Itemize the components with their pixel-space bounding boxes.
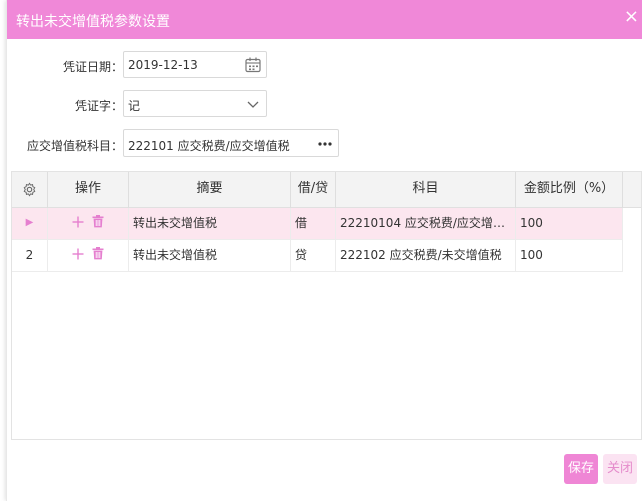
voucher-word-label: 凭证字： — [74, 99, 123, 113]
subject-cell[interactable]: 222102 应交税费/未交增值税 — [336, 240, 516, 271]
account-field[interactable]: 222101 应交税费/应交增值税 — [123, 129, 339, 157]
calendar-icon[interactable] — [244, 56, 262, 74]
summary-cell[interactable]: 转出未交增值税 — [129, 240, 291, 271]
date-input[interactable] — [128, 52, 240, 77]
direction-header: 借/贷 — [291, 172, 336, 208]
plus-icon[interactable] — [72, 216, 84, 228]
dialog-titlebar: 转出未交增值税参数设置 × — [7, 0, 642, 39]
table-row[interactable]: ▶ 转出未交增值税 借 22210104 应交税费/应交增值税/转出未交增值税 — [12, 208, 623, 240]
table-header: 操作 摘要 借/贷 科目 金额比例（%） — [12, 172, 641, 208]
summary-header: 摘要 — [129, 172, 291, 208]
account-value: 222101 应交税费/应交增值税 — [128, 139, 290, 153]
dialog-title: 转出未交增值税参数设置 — [16, 14, 170, 30]
trash-icon[interactable] — [92, 215, 104, 228]
row-indicator: ▶ — [12, 208, 48, 239]
settings-header-cell[interactable] — [12, 172, 48, 208]
entries-table: 操作 摘要 借/贷 科目 金额比例（%） ▶ 转出未交增值税 借 2221010… — [11, 171, 642, 440]
direction-cell[interactable]: 借 — [291, 208, 336, 239]
voucher-word-select[interactable]: 记 — [123, 90, 267, 117]
plus-icon[interactable] — [72, 248, 84, 260]
table-row[interactable]: 2 转出未交增值税 贷 222102 应交税费/未交增值税 100 — [12, 240, 623, 272]
chevron-down-icon[interactable] — [244, 95, 262, 113]
close-icon[interactable]: × — [624, 8, 639, 26]
save-button[interactable]: 保存 — [564, 454, 598, 484]
date-field[interactable] — [123, 51, 267, 78]
row-ops — [48, 208, 129, 239]
subject-cell[interactable]: 22210104 应交税费/应交增值税/转出未交增值税 — [336, 208, 516, 239]
trash-icon[interactable] — [92, 247, 104, 260]
gear-icon[interactable] — [22, 182, 37, 197]
ratio-cell[interactable]: 100 — [516, 240, 623, 271]
date-label: 凭证日期： — [62, 60, 123, 74]
summary-cell[interactable]: 转出未交增值税 — [129, 208, 291, 239]
ellipsis-icon[interactable] — [316, 135, 334, 153]
direction-cell[interactable]: 贷 — [291, 240, 336, 271]
row-index: 2 — [12, 240, 48, 271]
voucher-word-value: 记 — [128, 99, 141, 113]
ratio-cell[interactable]: 100 — [516, 208, 623, 239]
subject-header: 科目 — [336, 172, 516, 208]
row-ops — [48, 240, 129, 271]
account-label: 应交增值税科目： — [26, 139, 123, 153]
op-header: 操作 — [48, 172, 129, 208]
close-button[interactable]: 关闭 — [603, 454, 637, 484]
ratio-header: 金额比例（%） — [516, 172, 623, 208]
dialog: 转出未交增值税参数设置 × 凭证日期： 凭证字： 记 应交增值税科目： 2221… — [6, 0, 642, 501]
